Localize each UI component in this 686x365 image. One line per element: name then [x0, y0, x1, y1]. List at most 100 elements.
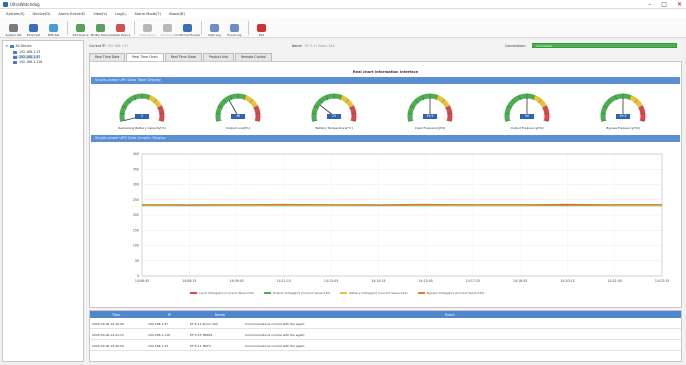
menu-about[interactable]: About(B)	[169, 12, 185, 16]
toolbar-button-add-device[interactable]: Add Device	[71, 18, 90, 37]
section-header-table: Single-phase UPS Data Table Display	[91, 77, 680, 84]
legend-item: Battery Voltage[V] (Current Value:219)	[340, 291, 408, 295]
gauge-label: Input Frequency[Hz]	[414, 126, 446, 130]
section-header-graphic: Single-phase UPS Data Graphic Display	[91, 135, 680, 142]
cell-ip: 192.168.1.97	[148, 322, 169, 326]
gauge-label: Output Frequency[Hz]	[510, 126, 544, 130]
toolbar-button-email-set[interactable]: Email Set	[24, 18, 43, 37]
menu-bar: System(S) Device(D) Alarm Event(E) View(…	[0, 9, 686, 18]
toolbar-button-exit[interactable]: Exit	[252, 18, 271, 37]
gauge-dial	[215, 93, 261, 122]
device-info-row: Current IP: 192.168.1.97 Name: EF-5-11 R…	[87, 42, 684, 50]
sms-set-icon	[49, 24, 58, 32]
minimize-button[interactable]: –	[648, 1, 651, 8]
tree-root[interactable]: ▾ All Device	[6, 44, 31, 48]
legend-swatch	[417, 292, 425, 294]
gauge-value: 49.9	[423, 114, 437, 119]
gauge: 50 Output Frequency[Hz]	[490, 86, 564, 134]
maximize-button[interactable]: □	[661, 1, 667, 8]
y-tick-label: 300	[133, 183, 139, 187]
menu-alarm-mode[interactable]: Alarm Mode(T)	[135, 12, 162, 16]
gauge: 49.9 Bypass Frequency[Hz]	[586, 86, 660, 134]
tab-product-info[interactable]: Product Info	[202, 53, 235, 61]
toolbar-button-sms-set[interactable]: SMS Set	[44, 18, 63, 37]
cell-time: 2020-03-06 14:40:59	[92, 344, 124, 348]
table-row[interactable]: 2020-03-06 14:41:15 192.168.1.118 EF-5-15 …	[90, 330, 681, 340]
legend-swatch	[340, 292, 348, 294]
toolbar-separator	[201, 21, 202, 35]
tab-remote-control[interactable]: Remote Control	[235, 53, 272, 61]
legend-item: Bypass Voltage[V] (Current Value:234)	[417, 291, 484, 295]
toolbar-button-mute-alarm[interactable]: Mute Alarm	[138, 18, 157, 37]
legend-item: Output Voltage[V] (Current Value:230)	[263, 291, 330, 295]
gauge-value: 36	[231, 114, 245, 119]
folder-icon	[9, 44, 14, 48]
menu-alarm-event[interactable]: Alarm Event(E)	[58, 12, 85, 16]
col-time[interactable]: Time	[112, 313, 120, 317]
toolbar-button-system-set[interactable]: System Set	[4, 18, 23, 37]
legend-item: Input Voltage[V] (Current Value:234)	[190, 291, 254, 295]
x-tick-label: 14:14:15	[371, 279, 385, 283]
panel-title: Real chart information interface	[352, 70, 419, 74]
events-table-header: Time IP Name Event	[90, 311, 681, 318]
x-tick-label: 14:09:45	[229, 279, 243, 283]
cell-name: EF-5-11 Room 3A4	[190, 322, 218, 326]
name-label: Name:	[292, 44, 303, 48]
cell-time: 2020-03-06 14:42:06	[92, 322, 124, 326]
toolbar-button-delete-device[interactable]: Delete Device	[111, 18, 130, 37]
toolbar-button-data-log[interactable]: Data Log	[205, 18, 224, 37]
device-icon	[13, 55, 17, 59]
gauge-value: 25	[327, 114, 341, 119]
x-tick-label: 14:08:15	[182, 279, 196, 283]
device-icon	[13, 50, 17, 54]
col-event[interactable]: Event	[445, 313, 455, 317]
modify-device-icon	[96, 24, 105, 32]
tab-real-time-data[interactable]: Real Time Data	[89, 53, 126, 61]
x-tick-label: 14:20:15	[560, 279, 574, 283]
tree-item[interactable]: 192.168.1.23	[13, 50, 40, 54]
tab-real-time-state[interactable]: Real Time State	[164, 53, 202, 61]
chart-legend: Input Voltage[V] (Current Value:234) Outp…	[190, 291, 484, 295]
legend-swatch	[190, 292, 197, 294]
menu-log[interactable]: Log(L)	[115, 12, 126, 16]
email-set-icon	[29, 24, 38, 32]
table-row[interactable]: 2020-03-06 14:42:06 192.168.1.97 EF-5-11 R…	[90, 319, 681, 329]
menu-device[interactable]: Device(D)	[33, 12, 51, 16]
menu-system[interactable]: System(S)	[6, 12, 25, 16]
x-tick-label: 14:06:45	[135, 279, 149, 283]
col-ip[interactable]: IP	[168, 313, 171, 317]
events-table: Time IP Name Event 2020-03-06 14:42:06 19…	[89, 310, 682, 362]
window-title: UltraWatchdog	[10, 2, 40, 7]
tree-item-selected[interactable]: 192.168.1.97	[13, 55, 41, 59]
x-tick-label: 14:21:45	[608, 279, 622, 283]
toolbar-button-modify-device[interactable]: Modify Device	[91, 18, 110, 37]
gauge-dial	[407, 93, 453, 122]
gauge-value: 49.9	[616, 114, 630, 119]
tab-real-time-chart[interactable]: Real Time Chart	[126, 53, 164, 61]
device-icon	[13, 60, 17, 64]
system-set-icon	[9, 24, 18, 32]
x-tick-label: 14:11:15	[277, 279, 291, 283]
app-icon	[3, 2, 8, 7]
y-tick-label: 100	[133, 244, 139, 248]
gauge-label: Bypass Frequency[Hz]	[606, 126, 640, 130]
connection-status-bar: Connected	[532, 43, 677, 48]
voltage-chart: 0 50 100 150 200 250 300 350 400 14:06:45 14:08:15…	[96, 146, 674, 304]
menu-view[interactable]: View(V)	[93, 12, 107, 16]
event-log-icon	[230, 24, 239, 32]
legend-swatch	[263, 292, 271, 294]
col-name[interactable]: Name	[215, 313, 225, 317]
toolbar-button-confirmed-events[interactable]: Confirmed Events	[175, 18, 200, 37]
y-tick-label: 150	[133, 228, 139, 232]
current-ip-value: 192.168.1.97	[107, 44, 129, 48]
tree-item[interactable]: 192.168.1.118	[13, 60, 42, 64]
chart-svg: 0 50 100 150 200 250 300 350 400 14:06:45 14:08:15…	[133, 152, 669, 283]
x-tick-label: 14:18:45	[513, 279, 527, 283]
mute-alarm-icon	[143, 24, 152, 32]
table-row[interactable]: 2020-03-06 14:40:59 192.168.1.23 EF-5-11 3…	[90, 341, 681, 351]
cell-event: Communications normal with the agent	[245, 322, 305, 326]
x-tick-label: 14:12:45	[324, 279, 338, 283]
close-button[interactable]: ✕	[677, 1, 682, 8]
cell-time: 2020-03-06 14:41:15	[92, 333, 124, 337]
toolbar-button-event-log[interactable]: Event Log	[225, 18, 244, 37]
